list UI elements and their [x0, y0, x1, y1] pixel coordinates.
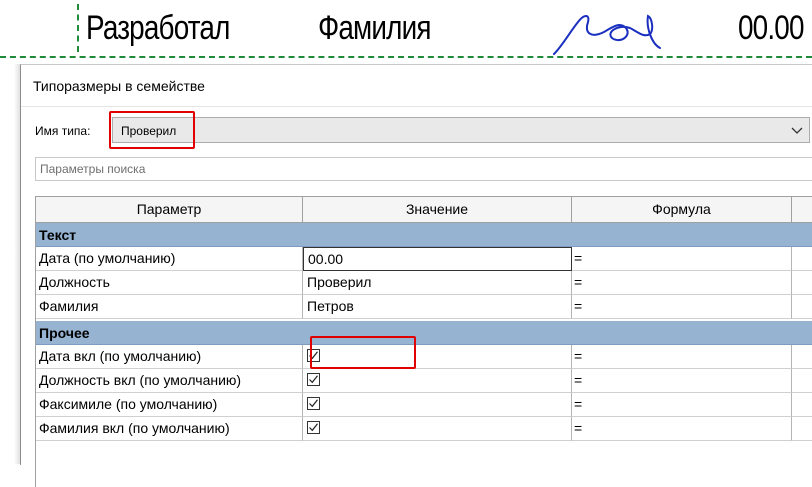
- signature-image: [553, 14, 661, 55]
- extra-cell: [792, 295, 812, 319]
- column-header-formula[interactable]: Формула: [572, 197, 792, 223]
- formula-field[interactable]: =: [572, 295, 792, 319]
- parameter-name: Дата вкл (по умолчанию): [36, 345, 303, 369]
- search-parameters-input[interactable]: [35, 157, 812, 181]
- value-field-date[interactable]: 00.00: [303, 247, 572, 271]
- extra-cell: [792, 345, 812, 369]
- group-header-other[interactable]: Прочее: [36, 321, 812, 345]
- extra-cell: [792, 393, 812, 417]
- formula-field[interactable]: =: [572, 345, 792, 369]
- titleblock-surname-text[interactable]: Фамилия: [318, 8, 431, 48]
- formula-field[interactable]: =: [572, 393, 792, 417]
- extra-cell: [792, 271, 812, 295]
- drawing-area: Разработал Фамилия 00.00: [0, 0, 812, 62]
- formula-field[interactable]: =: [572, 369, 792, 393]
- dialog-title: Типоразмеры в семействе: [33, 78, 205, 94]
- checkbox-checked[interactable]: [307, 397, 320, 410]
- parameter-name: Должность: [36, 271, 303, 295]
- checkbox-checked[interactable]: [307, 421, 320, 434]
- table-row: Дата вкл (по умолчанию) =: [36, 345, 812, 369]
- formula-field[interactable]: =: [572, 271, 792, 295]
- type-name-dropdown[interactable]: Проверил: [112, 117, 810, 143]
- check-icon: [309, 423, 318, 432]
- parameter-name: Фамилия вкл (по умолчанию): [36, 417, 303, 441]
- value-cell: [303, 417, 572, 441]
- value-field-position[interactable]: Проверил: [303, 271, 572, 295]
- parameter-name: Дата (по умолчанию): [36, 247, 303, 271]
- check-icon: [309, 399, 318, 408]
- column-header-value[interactable]: Значение: [303, 197, 572, 223]
- extra-cell: [792, 417, 812, 441]
- titleblock-date-text[interactable]: 00.00: [738, 8, 804, 48]
- type-name-label: Имя типа:: [35, 124, 91, 138]
- value-cell: [303, 393, 572, 417]
- guide-line-vertical: [77, 4, 79, 52]
- highlight-position-value: [310, 336, 416, 369]
- value-field-surname[interactable]: Петров: [303, 295, 572, 319]
- extra-cell: [792, 247, 812, 271]
- formula-field[interactable]: =: [572, 247, 792, 271]
- table-row: Фамилия вкл (по умолчанию) =: [36, 417, 812, 441]
- table-row: Фамилия Петров =: [36, 295, 812, 319]
- parameter-name: Фамилия: [36, 295, 303, 319]
- formula-field[interactable]: =: [572, 417, 792, 441]
- extra-cell: [792, 369, 812, 393]
- table-row: Должность Проверил =: [36, 271, 812, 295]
- guide-line-horizontal: [0, 56, 812, 58]
- title-separator: [21, 106, 812, 107]
- table-row: Факсимиле (по умолчанию) =: [36, 393, 812, 417]
- value-cell: [303, 369, 572, 393]
- column-header-extra: [792, 197, 812, 223]
- titleblock-role-text[interactable]: Разработал: [86, 8, 230, 48]
- parameters-grid: Параметр Значение Формула Текст Дата (по…: [35, 196, 812, 487]
- table-row: Должность вкл (по умолчанию) =: [36, 369, 812, 393]
- checkbox-checked[interactable]: [307, 373, 320, 386]
- parameter-name: Должность вкл (по умолчанию): [36, 369, 303, 393]
- check-icon: [309, 375, 318, 384]
- parameter-name: Факсимиле (по умолчанию): [36, 393, 303, 417]
- table-row: Дата (по умолчанию) 00.00 =: [36, 247, 812, 271]
- highlight-type-name: [109, 111, 195, 149]
- group-header-text[interactable]: Текст: [36, 223, 812, 247]
- chevron-down-icon[interactable]: [789, 122, 805, 138]
- column-header-parameter[interactable]: Параметр: [36, 197, 303, 223]
- family-types-dialog: Типоразмеры в семействе Имя типа: Провер…: [20, 64, 812, 487]
